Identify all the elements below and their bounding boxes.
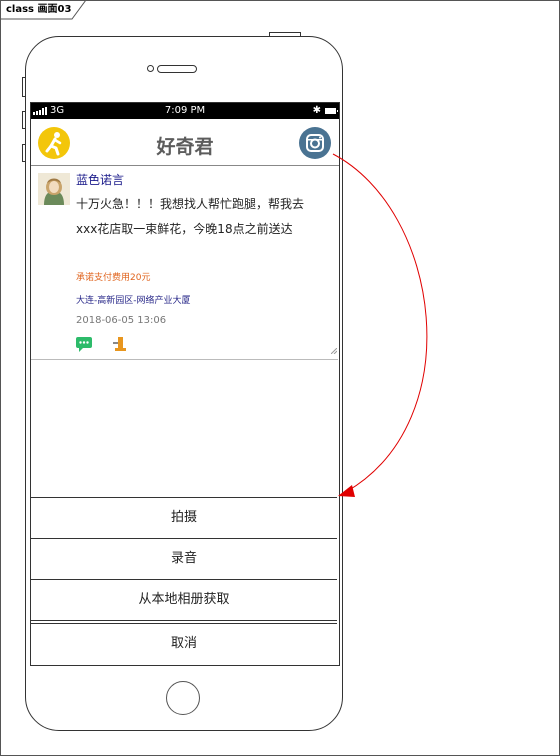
status-bar: 3G 7:09 PM ✱ bbox=[31, 103, 339, 119]
home-button[interactable] bbox=[166, 681, 200, 715]
bluetooth-icon: ✱ bbox=[312, 105, 321, 116]
post-reward: 承诺支付费用20元 bbox=[76, 273, 151, 283]
resize-grip-icon bbox=[330, 339, 338, 358]
avatar[interactable] bbox=[38, 173, 70, 205]
sheet-item-shoot[interactable]: 拍摄 bbox=[31, 497, 337, 538]
earpiece-speaker bbox=[157, 65, 197, 73]
post-username[interactable]: 蓝色诺言 bbox=[76, 171, 124, 188]
post-card[interactable]: 蓝色诺言 十万火急！！！我想找人帮忙跑腿，帮我去xxx花店取一束鲜花，今晚18点… bbox=[31, 166, 338, 360]
sheet-item-local-album[interactable]: 从本地相册获取 bbox=[31, 579, 337, 620]
sheet-item-record-audio[interactable]: 录音 bbox=[31, 538, 337, 579]
app-title: 好奇君 bbox=[156, 136, 214, 158]
chat-icon[interactable] bbox=[76, 337, 92, 356]
post-body: 十万火急！！！我想找人帮忙跑腿，帮我去xxx花店取一束鲜花，今晚18点之前送达 bbox=[76, 197, 305, 236]
cancel-button[interactable]: 取消 bbox=[31, 623, 337, 664]
cancel-divider bbox=[31, 620, 337, 621]
app-header: 好奇君 bbox=[31, 119, 339, 166]
phone-screen: 3G 7:09 PM ✱ 好奇君 蓝色诺言 十万火急！！！我想找人帮忙跑腿，帮我… bbox=[30, 102, 340, 666]
post-timestamp: 2018-06-05 13:06 bbox=[76, 315, 167, 326]
frame-label: class 画面03 bbox=[6, 4, 72, 15]
battery-icon bbox=[325, 108, 338, 114]
pushpin-icon[interactable] bbox=[113, 337, 127, 356]
instagram-icon[interactable] bbox=[299, 127, 331, 159]
front-camera bbox=[147, 65, 154, 72]
status-time: 7:09 PM bbox=[164, 105, 206, 116]
post-location: 大连-高新园区-网络产业大厦 bbox=[76, 296, 191, 306]
